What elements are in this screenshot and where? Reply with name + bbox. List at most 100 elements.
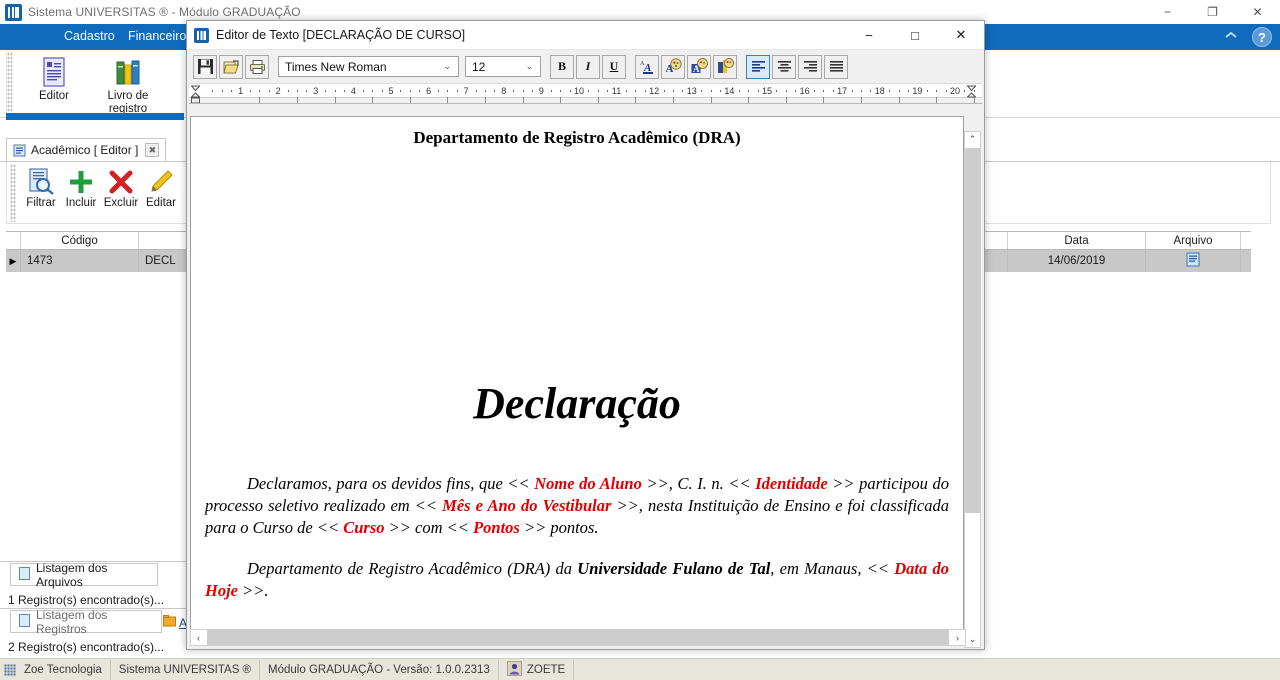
toolbar-button-editar[interactable]: Editar (141, 162, 181, 209)
align-right-icon[interactable] (798, 54, 822, 79)
font-family-value: Times New Roman (285, 59, 387, 74)
tab-document-icon (13, 144, 26, 157)
tab-academico-editor[interactable]: Acadêmico [ Editor ] ✖ (6, 138, 167, 161)
scroll-up-icon[interactable]: ⌃ (965, 132, 980, 147)
editor-horizontal-scrollbar[interactable]: ‹ › (190, 629, 966, 646)
folder-icon (163, 614, 176, 632)
align-center-icon[interactable] (772, 54, 796, 79)
close-button[interactable]: ✕ (1235, 0, 1280, 24)
italic-button[interactable]: I (576, 54, 600, 79)
ruler-lower-band (189, 97, 982, 103)
editor-maximize-button[interactable]: □ (892, 21, 938, 50)
editor-document-canvas[interactable]: Departamento de Registro Acadêmico (DRA)… (190, 116, 964, 631)
ruler-tick-20: 20 (949, 86, 961, 96)
chevron-down-icon[interactable]: ⌄ (520, 61, 538, 72)
printer-icon[interactable] (245, 54, 269, 79)
toolbar-label-editar: Editar (145, 197, 177, 209)
statusbar-user-label: ZOETE (526, 663, 566, 676)
scroll-right-icon[interactable]: › (950, 630, 965, 645)
ribbon-button-livro-de-registro[interactable]: Livro de registro (91, 52, 165, 116)
ruler-subtick (908, 90, 909, 92)
ruler-subtick (447, 90, 449, 92)
column-header-codigo[interactable]: Código (21, 232, 139, 249)
ruler-subtick (748, 90, 750, 92)
status-records-count: 2 Registro(s) encontrado(s)... (8, 640, 165, 654)
open-folder-icon[interactable] (219, 54, 243, 79)
ruler-subtick (785, 90, 787, 92)
horizontal-scroll-thumb[interactable] (207, 630, 949, 645)
editor-close-button[interactable]: ✕ (938, 21, 984, 50)
editor-minimize-button[interactable]: − (846, 21, 892, 50)
ruler-subtick (212, 90, 214, 92)
ruler-subtick (851, 90, 853, 92)
main-window-title: Sistema UNIVERSITAS ® - Módulo GRADUAÇÃO (28, 5, 301, 19)
file-icon[interactable] (1186, 252, 1200, 270)
column-header-arquivo[interactable]: Arquivo (1146, 232, 1241, 249)
align-justify-icon[interactable] (824, 54, 848, 79)
ribbon-grip (7, 52, 13, 114)
ruler-tick-2: 2 (275, 86, 281, 96)
help-button[interactable]: ? (1252, 27, 1272, 47)
save-floppy-icon[interactable] (193, 54, 217, 79)
align-left-icon[interactable] (746, 54, 770, 79)
document-paragraph-1: Declaramos, para os devidos fins, que <<… (205, 473, 949, 539)
ruler-tab-stop (372, 97, 374, 103)
ruler-tick-8: 8 (501, 86, 507, 96)
font-family-select[interactable]: Times New Roman ⌄ (278, 56, 459, 77)
books-icon (91, 56, 165, 90)
font-size-select[interactable]: 12 ⌄ (465, 56, 541, 77)
menu-item-cadastro[interactable]: Cadastro (64, 29, 115, 43)
scroll-down-icon[interactable]: ⌄ (965, 632, 980, 647)
text-editor-window: Editor de Texto [DECLARAÇÃO DE CURSO] − … (186, 20, 985, 650)
toolbar-button-incluir[interactable]: Incluir (61, 162, 101, 209)
ruler-subtick (644, 90, 646, 92)
ruler-subtick (870, 90, 872, 92)
p2-seg3: >>. (238, 581, 269, 600)
scroll-left-icon[interactable]: ‹ (191, 630, 206, 645)
chevron-down-icon[interactable]: ⌄ (438, 61, 456, 72)
document-body: Departamento de Registro Acadêmico (DRA)… (191, 117, 963, 602)
font-color-icon[interactable]: A A (635, 54, 659, 79)
vertical-scroll-thumb[interactable] (965, 148, 980, 513)
ruler-tick-15: 15 (761, 86, 773, 96)
ruler-subtick (936, 90, 938, 92)
indent-marker-icon[interactable] (190, 85, 201, 103)
menu-item-financeiro[interactable]: Financeiro (128, 29, 186, 43)
ruler-subtick (372, 90, 374, 92)
toolbar-button-excluir[interactable]: Excluir (101, 162, 141, 209)
p1-seg6: >> pontos. (519, 518, 599, 537)
grid-corner (6, 232, 21, 249)
page-color-icon[interactable] (713, 54, 737, 79)
toolbar-label-excluir: Excluir (103, 197, 139, 209)
user-icon (506, 660, 522, 679)
close-icon[interactable]: ✖ (145, 143, 160, 157)
panel-attachment-button[interactable]: A (163, 614, 187, 632)
statusbar-cell-module-version: Módulo GRADUAÇÃO - Versão: 1.0.0.2313 (260, 659, 499, 680)
ruler-subtick (494, 90, 496, 92)
toolbar-button-filtrar[interactable]: Filtrar (21, 162, 61, 209)
column-header-data[interactable]: Data (1008, 232, 1146, 249)
p1-seg2: >>, C. I. n. << (641, 474, 756, 493)
ruler-tab-stop (259, 97, 261, 103)
text-highlight-icon[interactable]: A (661, 54, 685, 79)
panel-tab-listagem-dos-arquivos[interactable]: Listagem dos Arquivos (10, 561, 158, 589)
ruler-subtick (475, 90, 477, 92)
chevron-collapse-icon[interactable] (1224, 30, 1238, 44)
ruler-subtick (344, 90, 345, 92)
placeholder-pontos: Pontos (473, 518, 520, 537)
ruler-subtick (362, 90, 364, 92)
ribbon-accent-bar (6, 113, 184, 120)
editor-ruler[interactable]: 1 2 3 4 5 6 7 8 9 10 11 12 13 14 15 16 17 18 19 20 (189, 83, 982, 104)
editor-vertical-scrollbar[interactable]: ⌃ ⌄ (964, 131, 981, 648)
ribbon-button-editor[interactable]: Editor (17, 52, 91, 103)
restore-button[interactable]: ❐ (1190, 0, 1235, 24)
placeholder-curso: Curso (343, 518, 385, 537)
background-color-icon[interactable]: A (687, 54, 711, 79)
panel-tab-listagem-dos-registros[interactable]: Listagem dos Registros (10, 608, 162, 636)
ruler-tick-16: 16 (799, 86, 810, 96)
bold-button[interactable]: B (550, 54, 574, 79)
underline-button[interactable]: U (602, 54, 626, 79)
ruler-subtick (814, 90, 815, 92)
cell-arquivo-icon-wrap[interactable] (1146, 250, 1241, 272)
minimize-button[interactable]: − (1145, 0, 1190, 24)
